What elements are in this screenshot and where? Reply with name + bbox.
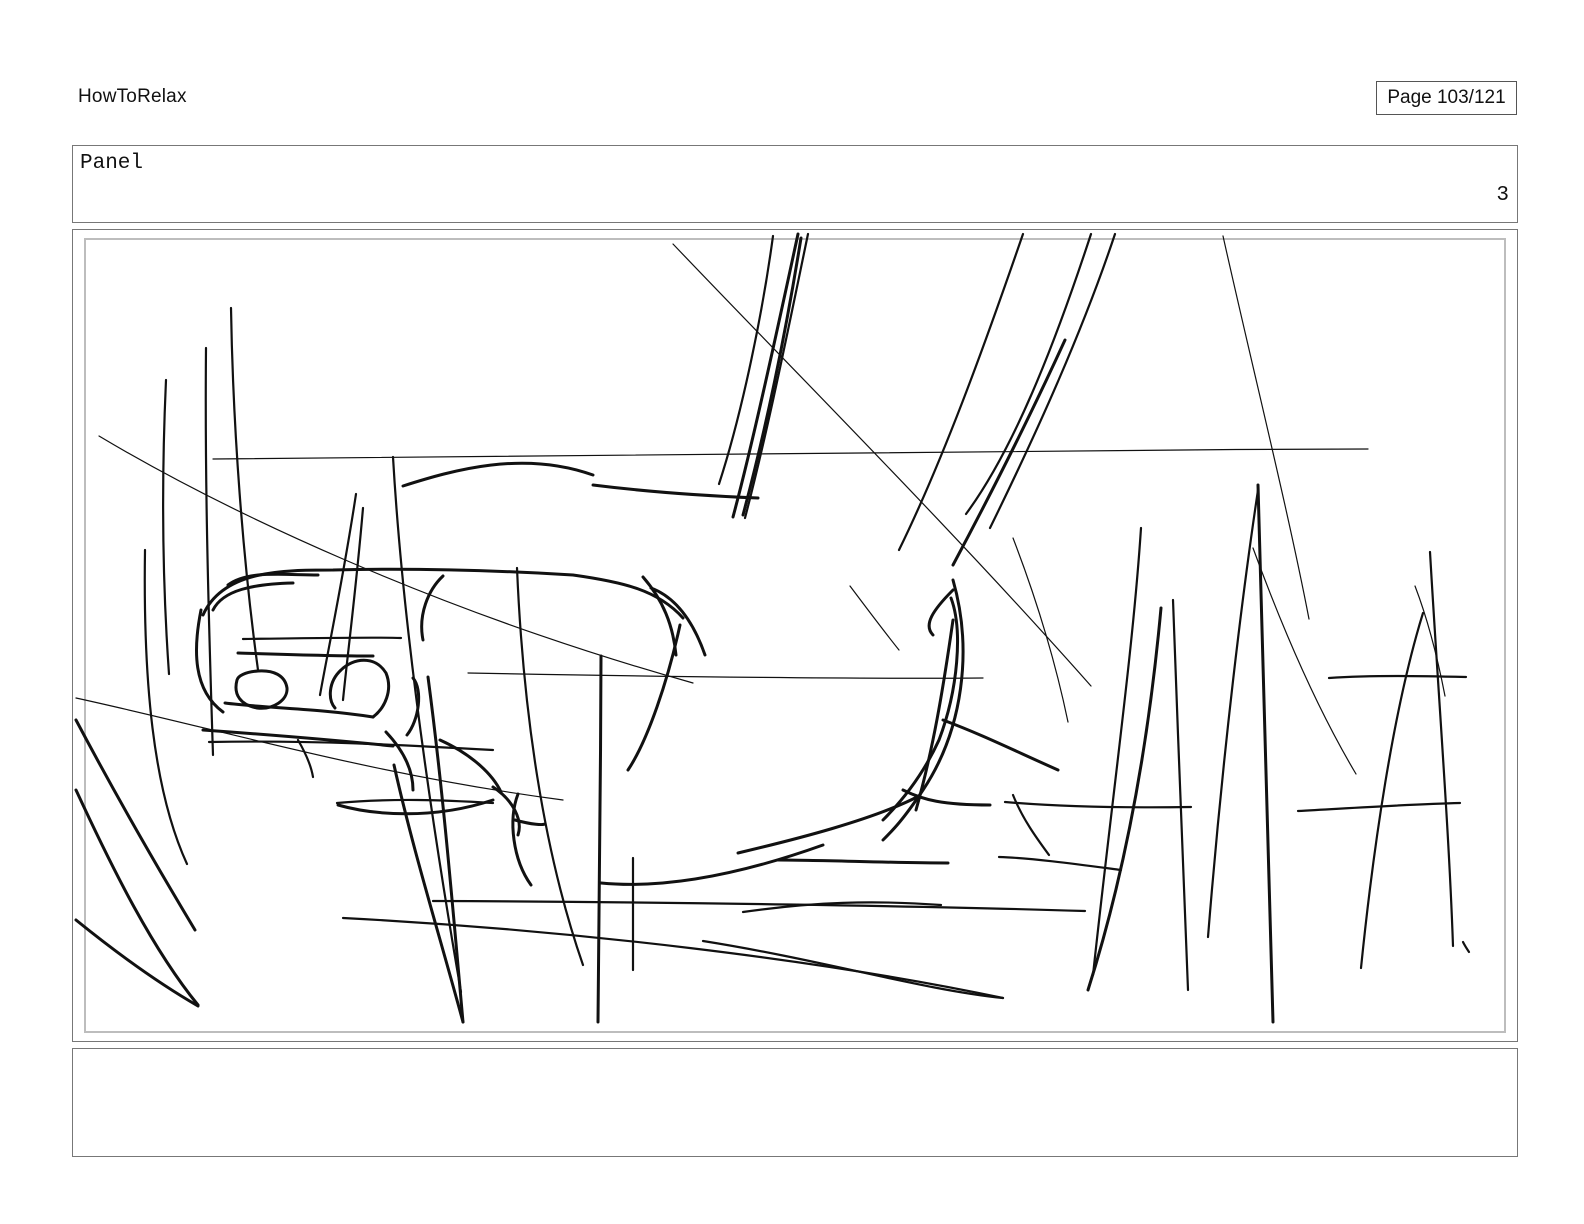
- document-title: HowToRelax: [78, 86, 187, 107]
- page-counter: Page 103/121: [1376, 81, 1517, 115]
- panel-notes-box: [72, 1048, 1518, 1157]
- panel-number: 3: [1496, 184, 1509, 207]
- storyboard-frame: [72, 229, 1518, 1042]
- sketch-drawing: [74, 232, 1471, 1024]
- panel-header: Panel 3: [72, 145, 1518, 223]
- panel-label: Panel: [80, 152, 144, 175]
